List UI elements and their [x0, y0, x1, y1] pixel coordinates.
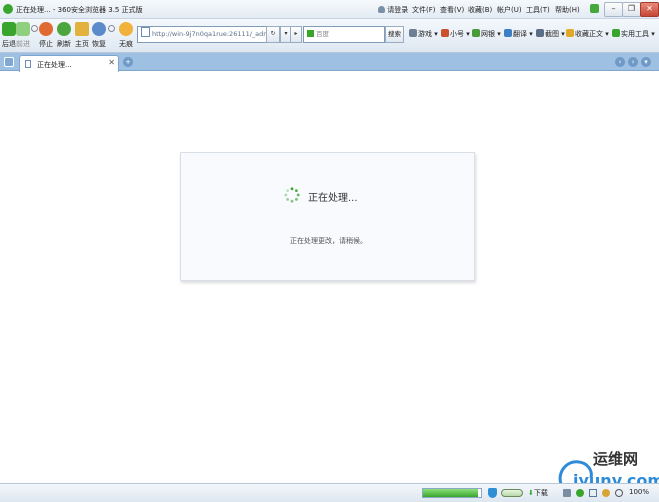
toolbox-icon: [612, 29, 620, 37]
tab-scroll-left-icon[interactable]: ‹: [615, 57, 625, 67]
tab-scroll-right-icon[interactable]: ›: [628, 57, 638, 67]
processing-dialog: 正在处理... 正在处理更改，请稍候。: [180, 152, 475, 281]
loading-spinner-icon: [284, 187, 300, 203]
zoom-level[interactable]: 100%: [629, 488, 649, 496]
menu-file[interactable]: 文件(F): [412, 5, 436, 15]
stop-icon: [39, 22, 53, 36]
games-link[interactable]: 游戏 ▾: [409, 29, 438, 39]
title-bar: 正在处理... - 360安全浏览器 3.5 正式版 请登录 文件(F) 查看(…: [0, 0, 659, 19]
address-url: http://win-9j7n0qa1rue:26111/_admin/1: [152, 30, 282, 38]
settings-icon[interactable]: [602, 489, 610, 497]
online-banking-link[interactable]: 网银 ▾: [472, 29, 501, 39]
restore-dropdown-icon[interactable]: [108, 25, 115, 32]
refresh-button[interactable]: 刷新: [56, 22, 72, 49]
address-bar[interactable]: http://win-9j7n0qa1rue:26111/_admin/1: [137, 26, 285, 43]
back-arrow-icon: [2, 22, 16, 36]
menu-help[interactable]: 帮助(H): [555, 5, 580, 15]
toggle-icon[interactable]: [501, 489, 523, 497]
volume-icon[interactable]: [563, 489, 571, 497]
refresh-icon: [57, 22, 71, 36]
window-icon[interactable]: [589, 489, 597, 497]
maximize-button[interactable]: ❐: [622, 2, 641, 17]
translate-link[interactable]: 翻译 ▾: [504, 29, 533, 39]
window-title: 正在处理... - 360安全浏览器 3.5 正式版: [16, 6, 143, 14]
minimize-button[interactable]: –: [604, 2, 623, 17]
tab-list-icon[interactable]: [4, 57, 14, 67]
download-button[interactable]: ⬇下载: [528, 488, 548, 498]
bank-icon: [472, 29, 480, 37]
progress-fill: [423, 489, 479, 497]
stop-button[interactable]: 停止: [38, 22, 54, 49]
skin-icon[interactable]: [590, 4, 599, 13]
page-icon: [25, 60, 31, 68]
watermark-chinese: 运维网: [593, 450, 639, 468]
browser-toolbar: 后退 前进 停止 刷新 主页 恢复 无痕 http://win-9j7n0qa1…: [0, 19, 659, 53]
processing-heading: 正在处理...: [308, 193, 358, 204]
save-article-link[interactable]: 收藏正文 ▾: [566, 29, 609, 39]
user-icon: [378, 6, 385, 13]
download-speed-icon[interactable]: [576, 489, 584, 497]
utilities-link[interactable]: 实用工具 ▾: [612, 29, 655, 39]
star-icon: [566, 29, 574, 37]
home-icon: [75, 22, 89, 36]
notrace-icon: [119, 22, 133, 36]
screenshot-link[interactable]: 截图 ▾: [536, 29, 565, 39]
scissors-icon: [536, 29, 544, 37]
menu-view[interactable]: 查看(V): [440, 5, 464, 15]
forward-arrow-icon: [16, 22, 30, 36]
page-load-progress: [422, 488, 482, 498]
forward-button[interactable]: 前进: [15, 22, 31, 49]
notrace-button[interactable]: 无痕: [117, 22, 135, 49]
restore-icon: [92, 22, 106, 36]
menu-tools[interactable]: 工具(T): [526, 5, 550, 15]
close-window-button[interactable]: ✕: [640, 2, 659, 17]
zoom-icon[interactable]: [615, 489, 623, 497]
alt-account-link[interactable]: 小号 ▾: [441, 29, 470, 39]
new-tab-button[interactable]: +: [123, 57, 133, 67]
page-icon: [141, 27, 150, 37]
history-dropdown-icon[interactable]: [31, 25, 38, 32]
search-input[interactable]: 百度: [303, 26, 385, 43]
tab-menu-icon[interactable]: ▾: [641, 57, 651, 67]
status-bar: ⬇下载 100%: [0, 483, 659, 502]
tab-bar: 正在处理... ✕ + ‹ › ▾: [0, 53, 659, 72]
tab-label: 正在处理...: [37, 61, 72, 69]
address-go-icon[interactable]: ↻: [266, 26, 280, 43]
search-button[interactable]: 搜索: [385, 26, 404, 43]
menu-favorites[interactable]: 收藏(B): [468, 5, 492, 15]
restore-button[interactable]: 恢复: [91, 22, 107, 49]
processing-message: 正在处理更改，请稍候。: [290, 237, 367, 245]
home-button[interactable]: 主页: [74, 22, 90, 49]
menu-account[interactable]: 帐户(U): [497, 5, 522, 15]
go-arrow-icon[interactable]: ▸: [290, 26, 302, 43]
user-login-link[interactable]: 请登录: [378, 5, 408, 15]
tab-close-icon[interactable]: ✕: [108, 58, 115, 67]
shield-icon: [441, 29, 449, 37]
search-engine-icon: [307, 30, 314, 37]
gamepad-icon: [409, 29, 417, 37]
translate-icon: [504, 29, 512, 37]
app-logo-icon: [3, 4, 13, 14]
tab-processing[interactable]: 正在处理... ✕: [19, 55, 119, 72]
security-shield-icon[interactable]: [488, 488, 497, 498]
